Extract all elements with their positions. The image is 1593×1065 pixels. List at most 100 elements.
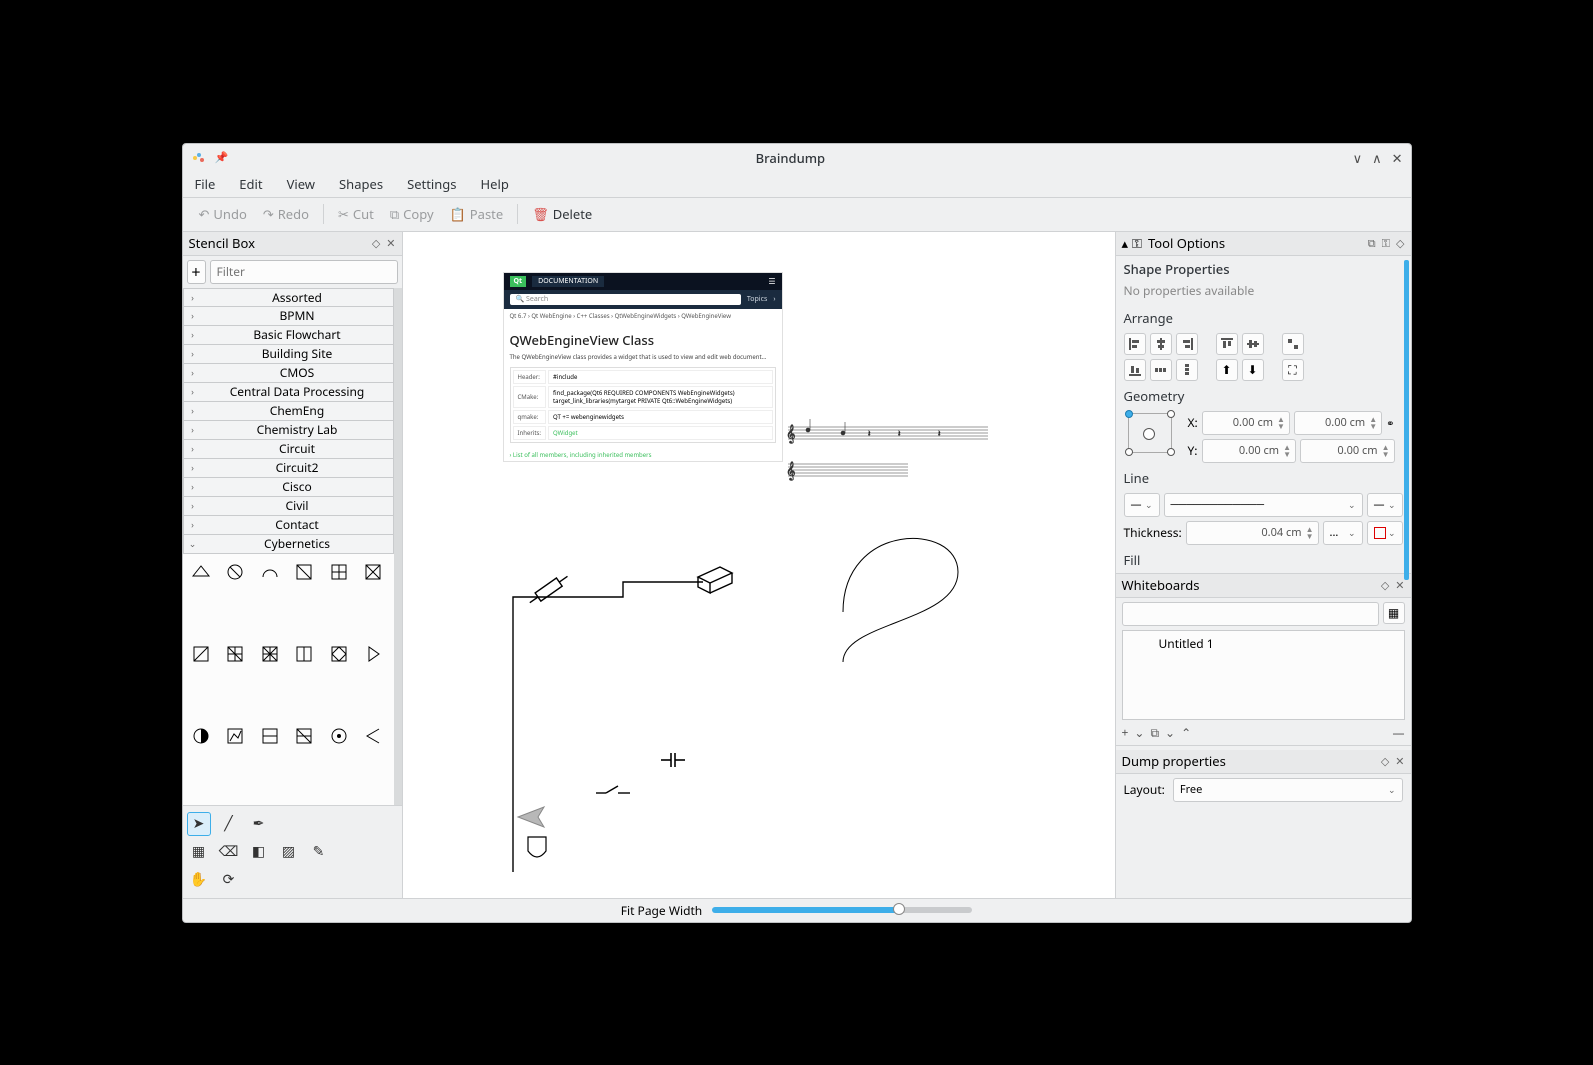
stencil-shape[interactable] [221,640,249,668]
tool-zoom[interactable]: ⟳ [217,868,241,892]
stencil-shape[interactable] [359,722,387,750]
stencil-category[interactable]: ›ChemEng [183,402,394,421]
line-start-cap[interactable]: —⌄ [1124,493,1160,517]
stencil-category[interactable]: ›Cisco [183,478,394,497]
zoom-slider[interactable] [712,907,972,913]
wb-remove-button[interactable]: — [1392,724,1404,741]
whiteboard-name-input[interactable] [1122,602,1379,626]
maximize-button[interactable]: ∧ [1372,149,1382,167]
pin-icon[interactable]: 📌 [215,150,229,165]
wb-dropdown-button[interactable]: ⌄ [1134,724,1144,741]
align-hcenter-button[interactable] [1150,333,1172,355]
tool-line[interactable]: ╱ [217,812,241,836]
menu-shapes[interactable]: Shapes [335,173,387,195]
float-icon[interactable]: ◇ [1381,754,1389,769]
stencil-shape[interactable] [256,640,284,668]
tool-select[interactable]: ➤ [187,812,211,836]
send-back-button[interactable]: ⬇ [1242,359,1264,381]
whiteboard-list[interactable]: Untitled 1 [1122,630,1405,720]
tool-gradient[interactable]: ◧ [247,840,271,864]
collapse-icon[interactable]: ▴ [1122,234,1129,252]
tool-grid[interactable]: ▦ [187,840,211,864]
stencil-shape[interactable] [290,558,318,586]
stencil-category[interactable]: ›Contact [183,516,394,535]
redo-button[interactable]: ↷Redo [257,203,315,225]
thickness-input[interactable]: 0.04 cm▲▼ [1186,521,1319,545]
align-right-button[interactable] [1176,333,1198,355]
line-color[interactable]: ⌄ [1367,521,1403,545]
stencil-category[interactable]: ›Civil [183,497,394,516]
stencil-shape[interactable] [187,640,215,668]
stencil-shape[interactable] [221,722,249,750]
menu-help[interactable]: Help [477,173,513,195]
whiteboard-item[interactable]: Untitled 1 [1127,635,1400,652]
lock2-icon[interactable]: ⚿ [1382,236,1390,251]
stencil-category[interactable]: ›Assorted [183,288,394,307]
stencil-shape[interactable] [359,558,387,586]
wb-up-button[interactable]: ⌃ [1181,724,1191,741]
stencil-filter-input[interactable] [210,260,398,284]
close-panel-icon[interactable]: ✕ [386,236,395,251]
canvas[interactable]: Qt DOCUMENTATION ☰ 🔍 Search Topics › Qt … [403,232,1115,898]
detach-icon[interactable]: ⧉ [1368,236,1376,251]
stencil-shape[interactable] [187,558,215,586]
line-style[interactable]: ────────────⌄ [1164,493,1363,517]
tool-pattern[interactable]: ▨ [277,840,301,864]
stencil-shape[interactable] [359,640,387,668]
anchor-selector[interactable] [1128,413,1172,453]
undo-button[interactable]: ↶Undo [193,203,253,225]
stencil-category[interactable]: ›Basic Flowchart [183,326,394,345]
w-input[interactable]: 0.00 cm▲▼ [1294,411,1382,435]
wb-down-button[interactable]: ⌄ [1165,724,1175,741]
stencil-shape[interactable] [325,722,353,750]
bring-front-button[interactable]: ⬆ [1216,359,1238,381]
align-bottom-button[interactable] [1124,359,1146,381]
close-panel-icon[interactable]: ✕ [1395,754,1404,769]
close-button[interactable]: ✕ [1392,149,1403,167]
dist-v-button[interactable] [1176,359,1198,381]
h-input[interactable]: 0.00 cm▲▼ [1300,439,1395,463]
align-top-button[interactable] [1216,333,1238,355]
float-icon[interactable]: ◇ [1396,236,1404,251]
line-end-cap[interactable]: —⌄ [1367,493,1403,517]
close-panel-icon[interactable]: ✕ [1395,578,1404,593]
delete-button[interactable]: 🗑Delete [526,203,598,225]
cut-button[interactable]: ✂Cut [332,203,380,225]
lock-icon[interactable]: ⚿ [1132,234,1142,252]
menu-settings[interactable]: Settings [403,173,460,195]
float-icon[interactable]: ◇ [372,236,380,251]
menu-file[interactable]: File [191,173,220,195]
copy-button[interactable]: ⧉Copy [384,203,440,225]
tool-pan[interactable]: ✋ [187,868,211,892]
float-icon[interactable]: ◇ [1381,578,1389,593]
stencil-category[interactable]: ›CMOS [183,364,394,383]
tool-erase[interactable]: ⌫ [217,840,241,864]
align-left-button[interactable] [1124,333,1146,355]
wb-add-button[interactable]: + [1122,724,1129,741]
whiteboard-grid-button[interactable]: ▦ [1383,602,1405,624]
stencil-shape[interactable] [325,640,353,668]
stencil-category[interactable]: ›Circuit [183,440,394,459]
stencil-shape[interactable] [290,722,318,750]
stencil-category[interactable]: ›Circuit2 [183,459,394,478]
stencil-shape[interactable] [221,558,249,586]
stencil-category[interactable]: ›Building Site [183,345,394,364]
wb-copy-button[interactable]: ⧉ [1150,724,1159,741]
tool-calligraphy[interactable]: ✒ [247,812,271,836]
thickness-more[interactable]: ...⌄ [1323,521,1363,545]
stencil-category[interactable]: ⌄Cybernetics [183,535,394,554]
group-button[interactable]: ⛶ [1282,359,1304,381]
minimize-button[interactable]: ∨ [1353,149,1363,167]
x-input[interactable]: 0.00 cm▲▼ [1202,411,1290,435]
add-stencil-button[interactable]: + [187,260,206,284]
menu-edit[interactable]: Edit [235,173,266,195]
scrollbar[interactable] [394,288,402,805]
stencil-shape[interactable] [256,558,284,586]
y-input[interactable]: 0.00 cm▲▼ [1202,439,1297,463]
stencil-category[interactable]: ›Chemistry Lab [183,421,394,440]
stencil-shape[interactable] [290,640,318,668]
tool-pencil[interactable]: ✎ [307,840,331,864]
paste-button[interactable]: 📋Paste [444,203,510,225]
align-vcenter-button[interactable] [1242,333,1264,355]
distribute-button[interactable] [1282,333,1304,355]
